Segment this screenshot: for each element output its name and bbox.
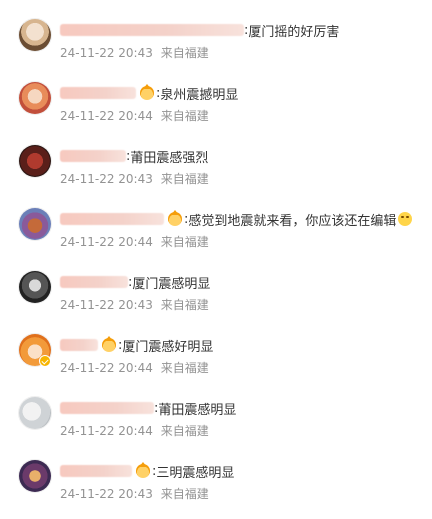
comment-item: : 三明震感明显 24-11-22 20:43 来自福建 [0,459,432,519]
source-location: 来自福建 [160,172,209,186]
username-blurred[interactable] [60,465,132,477]
source-location: 来自福建 [160,46,209,60]
timestamp: 24-11-22 20:44 [60,361,153,375]
username-blurred[interactable] [60,213,164,225]
comment-meta: 24-11-22 20:44 来自福建 [60,359,209,376]
comment-text: 厦门摇的好厉害 [248,24,340,40]
avatar-icon[interactable] [18,81,52,115]
timestamp: 24-11-22 20:44 [60,235,153,249]
comment-line: : 泉州震撼明显 [60,84,239,103]
comment-meta: 24-11-22 20:43 来自福建 [60,485,209,502]
avatar-icon[interactable] [18,207,52,241]
comment-text: 厦门震感明显 [132,276,211,292]
source-location: 来自福建 [160,361,209,375]
comment-item: : 莆田震感强烈 24-11-22 20:43 来自福建 [0,144,432,204]
source-location: 来自福建 [160,109,209,123]
comment-meta: 24-11-22 20:43 来自福建 [60,170,209,187]
comment-meta: 24-11-22 20:43 来自福建 [60,296,209,313]
comment-text: 感觉到地震就来看，你应该还在编辑 [188,213,397,229]
comment-meta: 24-11-22 20:44 来自福建 [60,107,209,124]
comment-line: : 厦门摇的好厉害 [60,21,340,40]
comment-line: : 厦门震感好明显 [60,336,214,355]
source-location: 来自福建 [160,298,209,312]
crown-badge-icon [168,210,182,226]
timestamp: 24-11-22 20:43 [60,172,153,186]
comment-item: : 泉州震撼明显 24-11-22 20:44 来自福建 [0,81,432,141]
emoji-face-icon [398,212,413,226]
comment-line: : 莆田震感明显 [60,399,237,418]
avatar-icon[interactable] [18,459,52,493]
source-location: 来自福建 [160,487,209,501]
username-blurred[interactable] [60,339,98,351]
crown-badge-icon [102,336,116,352]
comment-text: 厦门震感好明显 [122,339,214,355]
comment-item: : 厦门摇的好厉害 24-11-22 20:43 来自福建 [0,18,432,78]
comment-line: : 厦门震感明显 [60,273,211,292]
comment-text: 三明震感明显 [156,465,235,481]
username-blurred[interactable] [60,276,128,288]
timestamp: 24-11-22 20:43 [60,46,153,60]
avatar-icon[interactable] [18,270,52,304]
username-blurred[interactable] [60,24,244,36]
comment-text: 莆田震感明显 [158,402,237,418]
comment-meta: 24-11-22 20:44 来自福建 [60,422,209,439]
comment-text: 莆田震感强烈 [130,150,209,166]
crown-badge-icon [140,84,154,100]
comment-meta: 24-11-22 20:43 来自福建 [60,44,209,61]
verified-badge-icon [39,355,51,367]
comment-item: : 莆田震感明显 24-11-22 20:44 来自福建 [0,396,432,456]
comment-text: 泉州震撼明显 [160,87,239,103]
username-blurred[interactable] [60,87,136,99]
comment-line: : 三明震感明显 [60,462,235,481]
comment-item: : 感觉到地震就来看，你应该还在编辑 24-11-22 20:44 来自福建 [0,207,432,267]
crown-badge-icon [136,462,150,478]
username-blurred[interactable] [60,150,126,162]
comment-line: : 莆田震感强烈 [60,147,209,166]
comment-line: : 感觉到地震就来看，你应该还在编辑 [60,210,413,229]
timestamp: 24-11-22 20:44 [60,424,153,438]
timestamp: 24-11-22 20:43 [60,298,153,312]
username-blurred[interactable] [60,402,154,414]
avatar-icon[interactable] [18,396,52,430]
avatar-icon[interactable] [18,18,52,52]
source-location: 来自福建 [160,235,209,249]
avatar-icon[interactable] [18,144,52,178]
comment-meta: 24-11-22 20:44 来自福建 [60,233,209,250]
timestamp: 24-11-22 20:43 [60,487,153,501]
timestamp: 24-11-22 20:44 [60,109,153,123]
comment-item: : 厦门震感明显 24-11-22 20:43 来自福建 [0,270,432,330]
source-location: 来自福建 [160,424,209,438]
comment-item: : 厦门震感好明显 24-11-22 20:44 来自福建 [0,333,432,393]
